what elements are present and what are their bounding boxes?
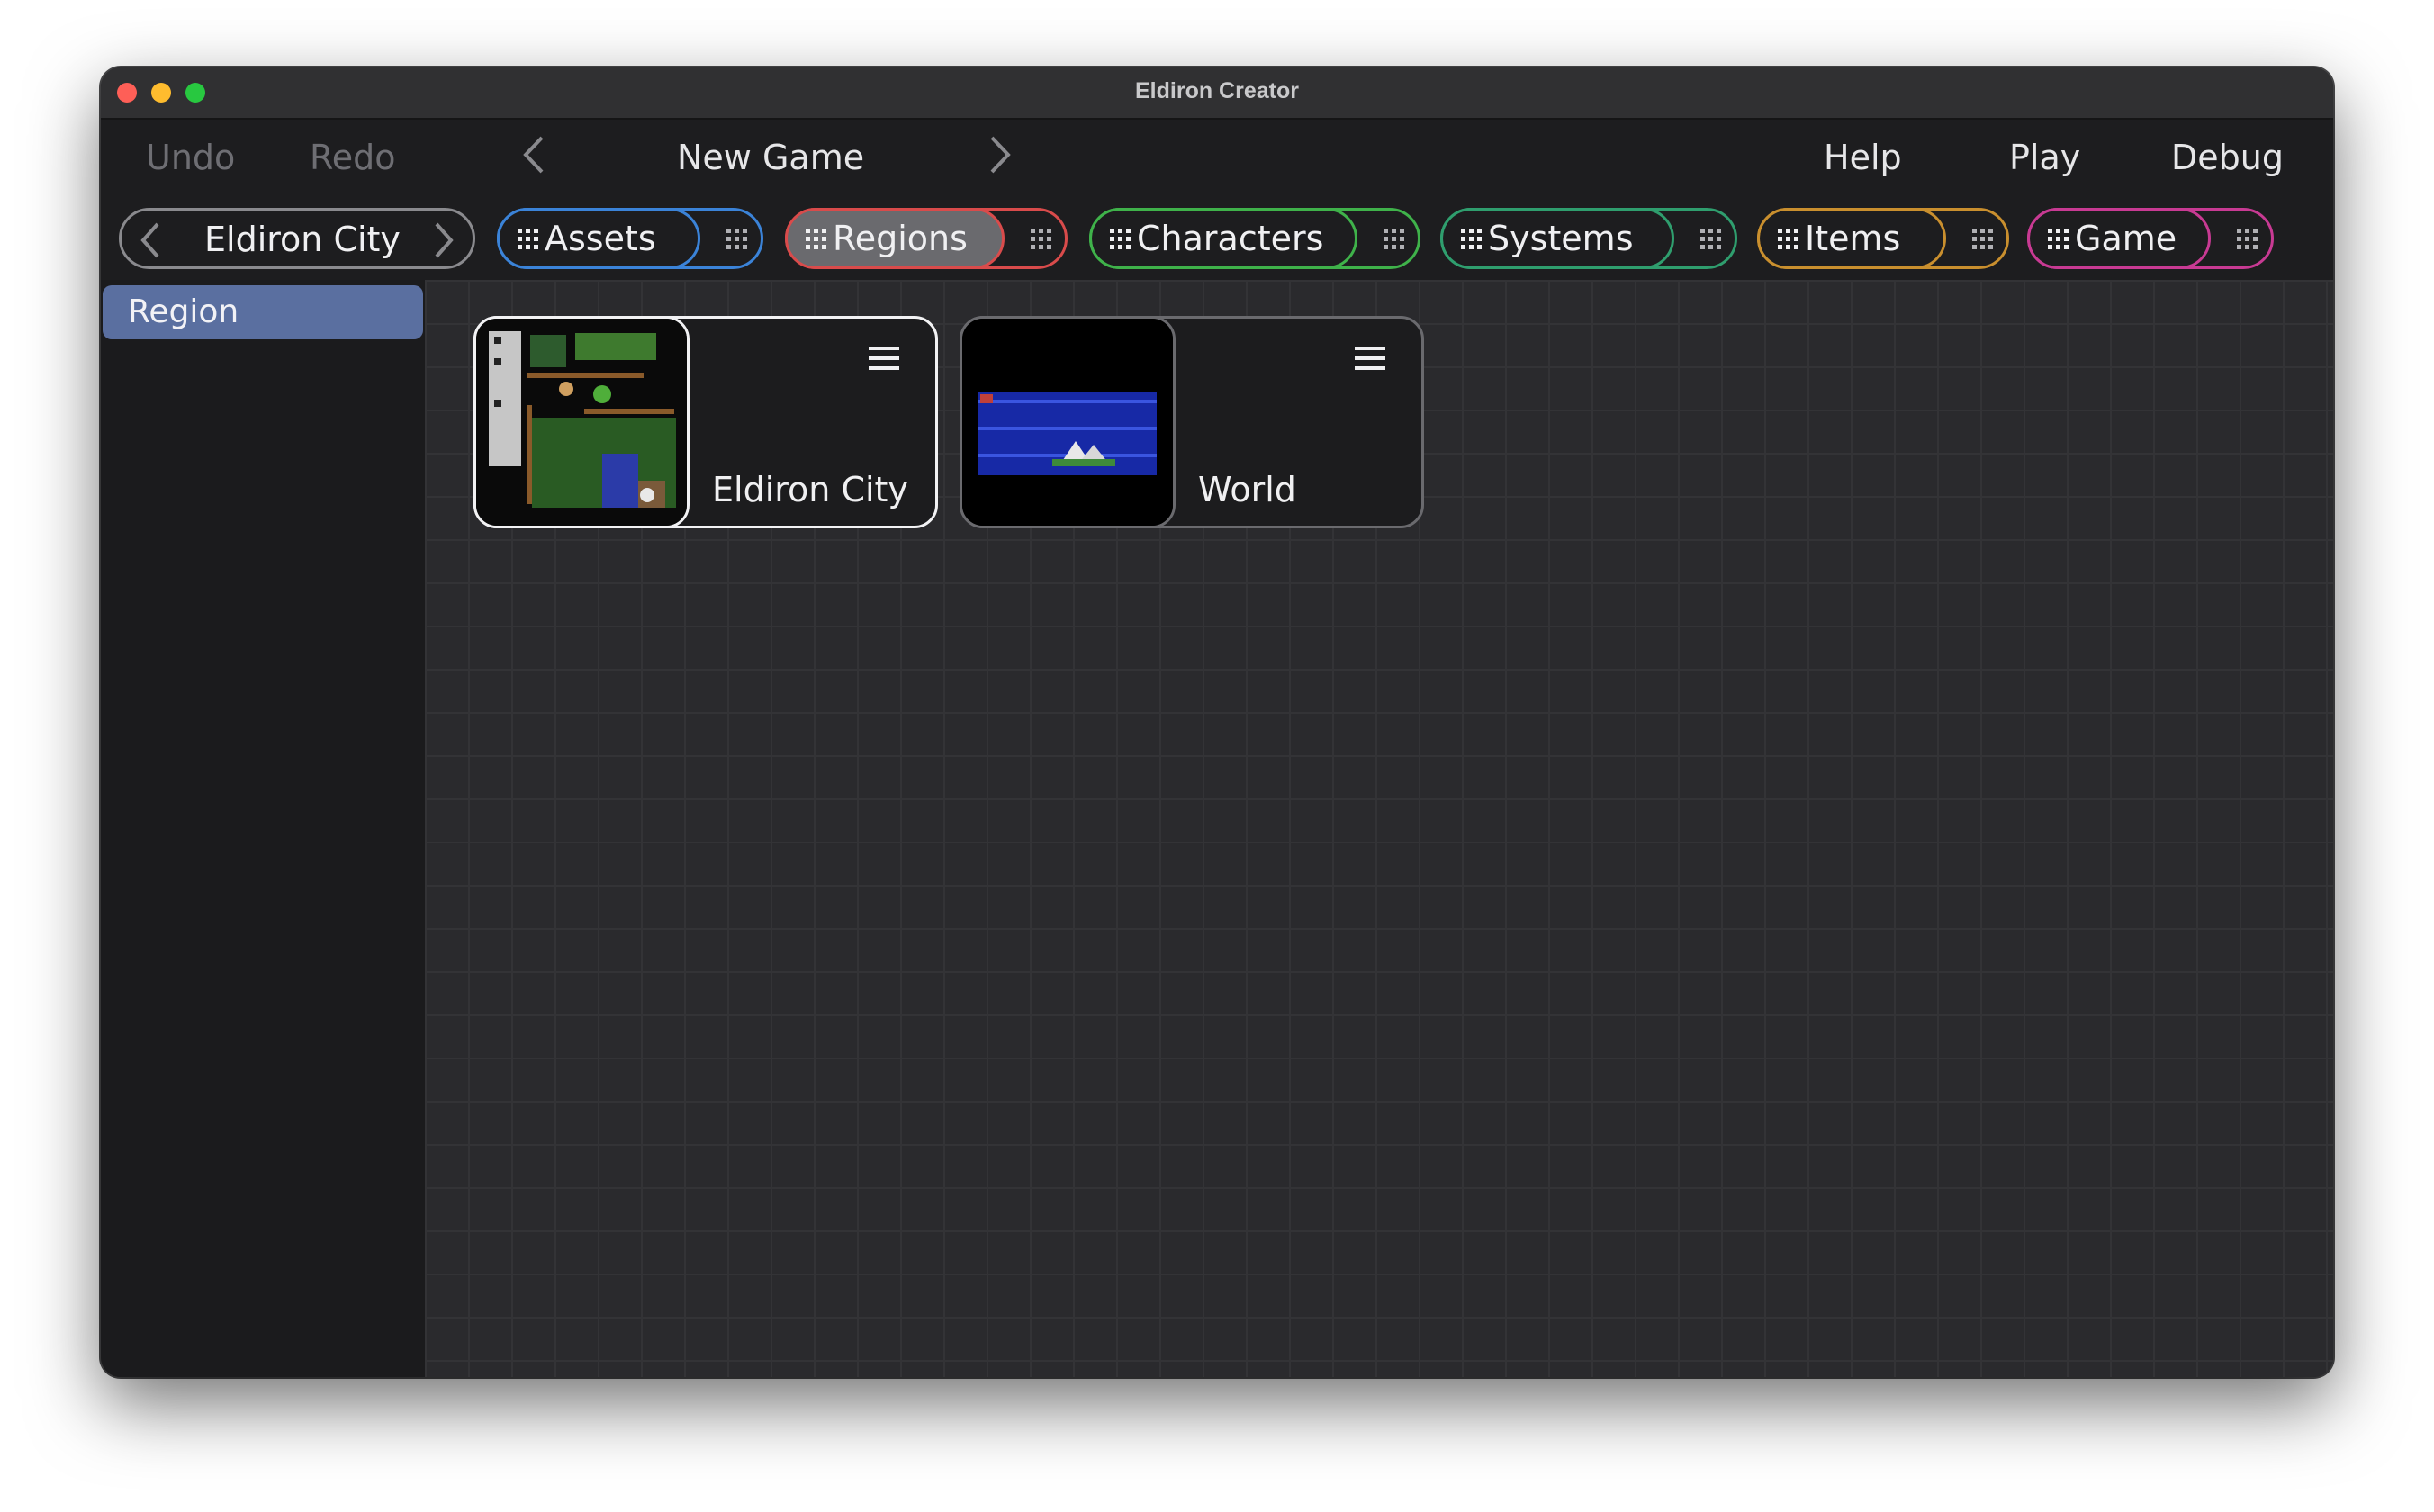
grid-icon <box>804 219 827 258</box>
tab-bar: Eldiron City Assets Regions Characters Syst… <box>101 199 2333 280</box>
grid-menu-icon[interactable] <box>2235 227 2258 250</box>
region-card-label: World <box>1198 470 1296 509</box>
grid-icon <box>1108 219 1131 258</box>
tab-game[interactable]: Game <box>2027 208 2274 269</box>
region-card-eldiron-city[interactable]: Eldiron City <box>473 316 938 528</box>
title-bar: Eldiron Creator <box>101 68 2333 120</box>
region-navigator: Eldiron City <box>119 208 475 269</box>
tab-assets[interactable]: Assets <box>497 208 763 269</box>
window-title: Eldiron Creator <box>1135 78 1299 104</box>
debug-button[interactable]: Debug <box>2171 138 2284 177</box>
redo-button[interactable]: Redo <box>310 138 395 177</box>
tab-label: Assets <box>545 219 656 258</box>
help-button[interactable]: Help <box>1824 138 1902 177</box>
tab-characters[interactable]: Characters <box>1089 208 1420 269</box>
tab-label: Items <box>1805 219 1901 258</box>
undo-button[interactable]: Undo <box>146 138 235 177</box>
chevron-right-icon <box>435 222 454 258</box>
regions-canvas: Eldiron City World <box>425 280 2333 1377</box>
tab-main-button[interactable]: Systems <box>1440 208 1674 269</box>
chevron-right-icon <box>990 136 1011 174</box>
menu-icon[interactable] <box>1355 346 1385 371</box>
grid-menu-icon[interactable] <box>1029 227 1052 250</box>
sidebar-item-region[interactable]: Region <box>103 285 423 339</box>
map-preview-image <box>962 319 1173 526</box>
chevron-left-icon <box>140 222 159 258</box>
grid-icon <box>2046 219 2069 258</box>
grid-icon <box>1776 219 1799 258</box>
next-region-button[interactable] <box>431 220 456 269</box>
tab-label: Game <box>2075 219 2177 258</box>
tab-main-button[interactable]: Assets <box>497 208 700 269</box>
region-thumbnail <box>473 316 690 528</box>
grid-menu-icon[interactable] <box>1970 227 1994 250</box>
tab-main-button[interactable]: Regions <box>785 208 1005 269</box>
project-name: New Game <box>677 138 865 177</box>
next-project-button[interactable] <box>987 132 1014 185</box>
tab-main-button[interactable]: Game <box>2027 208 2211 269</box>
menu-icon[interactable] <box>869 346 899 371</box>
sidebar: Region <box>101 280 425 1377</box>
app-window: Eldiron Creator Undo Redo New Game Help … <box>101 68 2333 1377</box>
tab-label: Systems <box>1488 219 1634 258</box>
grid-icon <box>1459 219 1483 258</box>
tab-label: Characters <box>1137 219 1324 258</box>
tab-label: Regions <box>833 219 968 258</box>
chevron-left-icon <box>523 136 544 174</box>
grid-menu-icon[interactable] <box>725 227 748 250</box>
tab-systems[interactable]: Systems <box>1440 208 1737 269</box>
current-region-label: Eldiron City <box>204 220 401 259</box>
map-preview-image <box>476 319 687 526</box>
prev-project-button[interactable] <box>520 132 547 185</box>
tab-items[interactable]: Items <box>1757 208 2009 269</box>
menu-bar: Undo Redo New Game Help Play Debug <box>101 120 2333 199</box>
grid-menu-icon[interactable] <box>1699 227 1722 250</box>
grid-menu-icon[interactable] <box>1382 227 1405 250</box>
region-card-world[interactable]: World <box>960 316 1424 528</box>
tab-main-button[interactable]: Items <box>1757 208 1946 269</box>
prev-region-button[interactable] <box>138 220 163 269</box>
tab-regions[interactable]: Regions <box>785 208 1068 269</box>
tab-main-button[interactable]: Characters <box>1089 208 1357 269</box>
play-button[interactable]: Play <box>2009 138 2080 177</box>
grid-icon <box>516 219 539 258</box>
region-card-label: Eldiron City <box>712 470 908 509</box>
region-thumbnail <box>960 316 1176 528</box>
